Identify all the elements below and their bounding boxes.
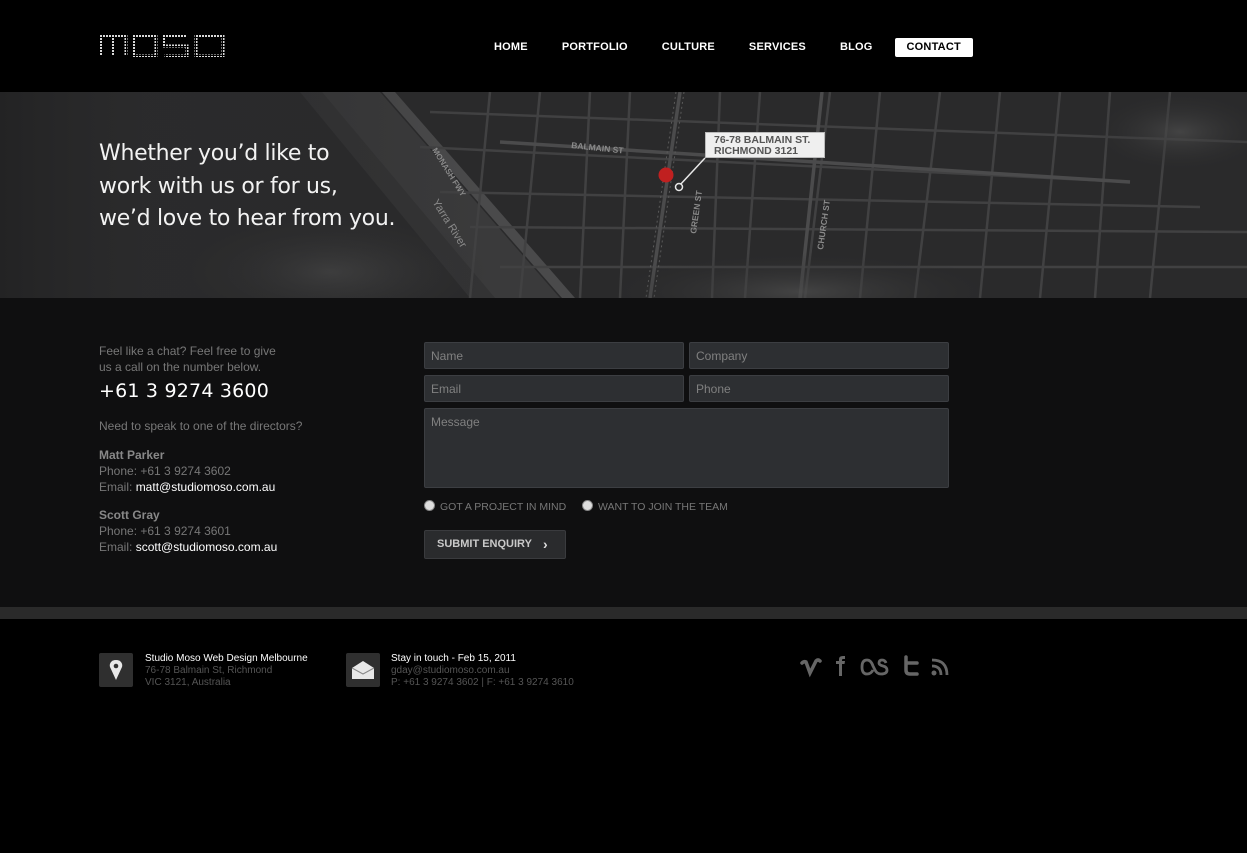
radio-label: WANT TO JOIN THE TEAM bbox=[598, 501, 728, 513]
email-label: Email: bbox=[99, 540, 133, 554]
nav-blog[interactable]: BLOG bbox=[828, 38, 885, 57]
vimeo-icon[interactable] bbox=[800, 656, 822, 678]
nav-home[interactable]: HOME bbox=[482, 38, 540, 57]
company-input[interactable]: Company bbox=[689, 342, 949, 369]
intro-line: us a call on the number below. bbox=[99, 360, 262, 374]
footer-address-line: 76-78 Balmain St, Richmond bbox=[145, 665, 273, 676]
tagline-line: Whether you’d like to bbox=[99, 141, 330, 166]
footer-phones: P: +61 3 9274 3602 | F: +61 3 9274 3610 bbox=[391, 677, 574, 688]
director-name: Matt Parker bbox=[99, 448, 165, 462]
radio-join-team[interactable]: WANT TO JOIN THE TEAM bbox=[582, 497, 728, 513]
footer-stay-title: Stay in touch - Feb 15, 2011 bbox=[391, 653, 516, 664]
lastfm-icon[interactable] bbox=[860, 657, 890, 677]
hero-tagline: Whether you’d like to work with us or fo… bbox=[99, 138, 395, 236]
submit-enquiry-button[interactable]: SUBMIT ENQUIRY › bbox=[424, 530, 566, 559]
nav-culture[interactable]: CULTURE bbox=[650, 38, 727, 57]
footer-stay-in-touch: Stay in touch - Feb 15, 2011 gday@studio… bbox=[391, 653, 574, 689]
callout-line: RICHMOND 3121 bbox=[714, 145, 799, 157]
tagline-line: work with us or for us, bbox=[99, 173, 338, 199]
director-matt: Matt Parker Phone: +61 3 9274 3602 Email… bbox=[99, 447, 275, 495]
footer-address-line: VIC 3121, Australia bbox=[145, 677, 231, 688]
site-header: HOME PORTFOLIO CULTURE SERVICES BLOG CON… bbox=[0, 0, 1247, 92]
submit-label: SUBMIT ENQUIRY bbox=[437, 538, 532, 550]
tagline-line: we’d love to hear from you. bbox=[99, 206, 396, 231]
map-pin-icon[interactable] bbox=[658, 167, 674, 183]
email-label: Email: bbox=[99, 480, 133, 494]
intro-line: Feel like a chat? Feel free to give bbox=[99, 344, 276, 358]
call-intro: Feel like a chat? Feel free to give us a… bbox=[99, 343, 319, 375]
nav-services[interactable]: SERVICES bbox=[737, 38, 818, 57]
message-textarea[interactable]: Message bbox=[424, 408, 949, 488]
name-input[interactable]: Name bbox=[424, 342, 684, 369]
section-divider bbox=[0, 607, 1247, 619]
director-email-link[interactable]: scott@studiomoso.com.au bbox=[136, 540, 278, 554]
radio-label: GOT A PROJECT IN MIND bbox=[440, 501, 567, 513]
radio-button[interactable] bbox=[424, 499, 435, 511]
footer-email-link[interactable]: gday@studiomoso.com.au bbox=[391, 665, 574, 677]
email-input[interactable]: Email bbox=[424, 375, 684, 402]
main-nav: HOME PORTFOLIO CULTURE SERVICES BLOG CON… bbox=[482, 37, 973, 57]
radio-button[interactable] bbox=[582, 499, 593, 511]
location-pin-icon bbox=[99, 653, 133, 687]
director-name: Scott Gray bbox=[99, 508, 160, 522]
envelope-icon bbox=[346, 653, 380, 687]
nav-contact[interactable]: CONTACT bbox=[894, 37, 973, 57]
footer-address: Studio Moso Web Design Melbourne 76-78 B… bbox=[145, 653, 308, 689]
footer-address-title: Studio Moso Web Design Melbourne bbox=[145, 653, 308, 664]
phone-input[interactable]: Phone bbox=[689, 375, 949, 402]
facebook-icon[interactable] bbox=[834, 655, 848, 677]
director-scott: Scott Gray Phone: +61 3 9274 3601 Email:… bbox=[99, 507, 277, 555]
moso-logo[interactable] bbox=[100, 35, 226, 62]
chevron-right-icon: › bbox=[543, 536, 548, 552]
main-phone[interactable]: +61 3 9274 3600 bbox=[99, 380, 269, 402]
address-callout: 76-78 BALMAIN ST. RICHMOND 3121 bbox=[705, 132, 825, 158]
director-phone: Phone: +61 3 9274 3601 bbox=[99, 524, 231, 538]
twitter-icon[interactable] bbox=[902, 655, 920, 677]
directors-question: Need to speak to one of the directors? bbox=[99, 419, 303, 433]
rss-icon[interactable] bbox=[930, 657, 950, 677]
hero-map: MONASH FWY Yarra River BALMAIN ST GREEN … bbox=[0, 92, 1247, 298]
director-email-link[interactable]: matt@studiomoso.com.au bbox=[136, 480, 276, 494]
nav-portfolio[interactable]: PORTFOLIO bbox=[550, 38, 640, 57]
director-phone: Phone: +61 3 9274 3602 bbox=[99, 464, 231, 478]
radio-project[interactable]: GOT A PROJECT IN MIND bbox=[424, 497, 566, 513]
